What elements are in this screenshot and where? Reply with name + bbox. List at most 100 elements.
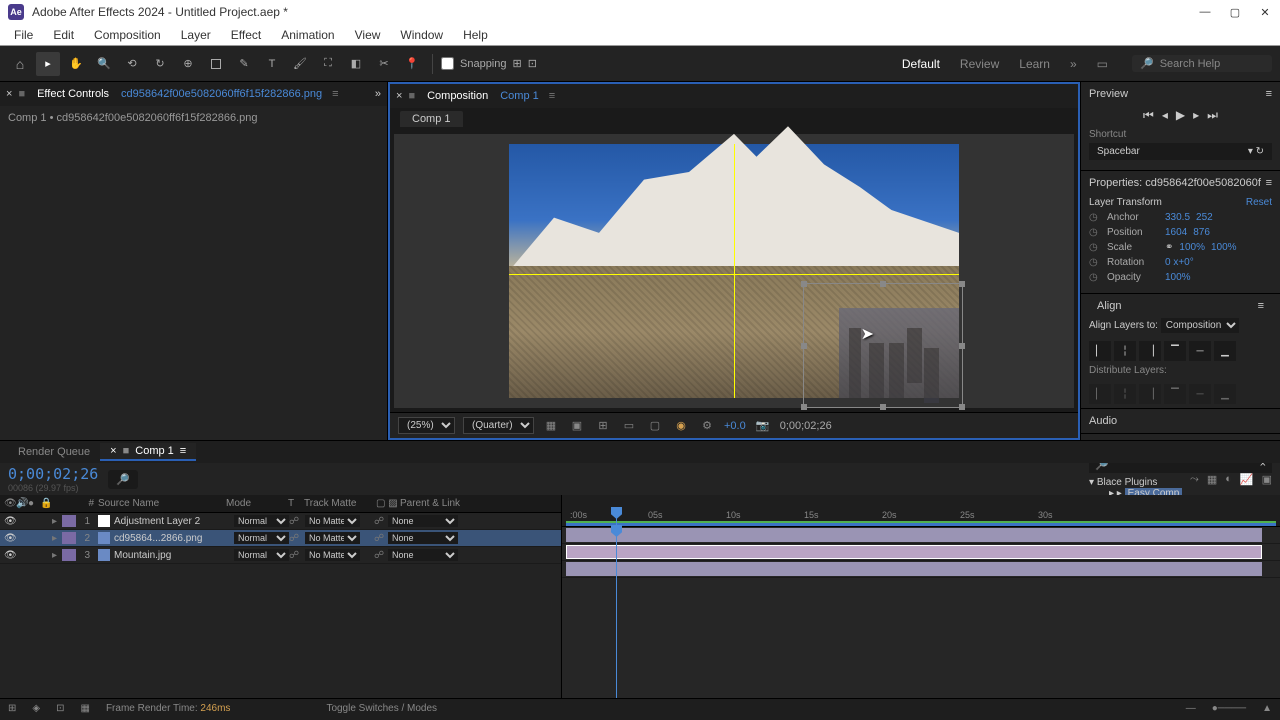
stopwatch-anchor-icon[interactable]: ◷ [1089,212,1101,223]
color-mgmt-icon[interactable]: ◉ [672,417,690,435]
handle-ml[interactable] [801,343,807,349]
frame-blend-button[interactable]: ▦ [1207,473,1217,486]
handle-tm[interactable] [880,281,886,287]
handle-mr[interactable] [959,343,965,349]
menu-view[interactable]: View [345,26,391,44]
workspace-default[interactable]: Default [902,57,940,71]
dist-bottom-button[interactable]: ▁ [1214,384,1236,404]
anchor-tool[interactable]: ⊕ [176,52,200,76]
parent-pick-icon[interactable]: ☍ [374,550,388,561]
timeline-row[interactable]: 👁 ▸ 1 Adjustment Layer 2 Normal ☍ No Mat… [0,513,561,530]
reset-button[interactable]: Reset [1246,197,1272,208]
rotation-tool[interactable]: ↻ [148,52,172,76]
hand-tool[interactable]: ✋ [64,52,88,76]
handle-br[interactable] [959,404,965,410]
home-button[interactable]: ⌂ [8,52,32,76]
status-icon4[interactable]: ▦ [80,703,89,714]
col-source[interactable]: Source Name [94,498,226,509]
col-eye-icon[interactable]: 👁 [4,498,16,509]
align-vcenter-button[interactable]: ─ [1189,341,1211,361]
align-right-button[interactable]: ▕ [1139,341,1161,361]
motion-blur-button[interactable]: ◐ [1225,473,1232,486]
matte-link-icon[interactable]: ☍ [289,516,305,527]
handle-tr[interactable] [959,281,965,287]
graph-editor-button[interactable]: 📈 [1240,473,1254,486]
stopwatch-position-icon[interactable]: ◷ [1089,227,1101,238]
rotation-value[interactable]: 0 x+0° [1165,257,1194,268]
expand-icon[interactable]: ▸ [52,533,62,544]
position-y[interactable]: 876 [1193,227,1210,238]
transparency-grid-icon[interactable]: ▦ [542,417,560,435]
menu-file[interactable]: File [4,26,43,44]
label-color[interactable] [62,549,76,561]
effect-controls-filename[interactable]: cd958642f00e5082060ff6f15f282866.png [121,88,322,100]
panel-lock-icon[interactable]: ■ [18,88,25,100]
menu-window[interactable]: Window [390,26,453,44]
workspace-learn[interactable]: Learn [1019,57,1050,71]
handle-bl[interactable] [801,404,807,410]
pen-tool[interactable]: ✎ [232,52,256,76]
panel-close-icon[interactable]: × [6,88,12,100]
timeline-row[interactable]: 👁 ▸ 2 cd95864...2866.png Normal ☍ No Mat… [0,530,561,547]
eraser-tool[interactable]: ◧ [344,52,368,76]
last-frame-button[interactable]: ⏭ [1207,108,1218,123]
zoom-tool[interactable]: 🔍 [92,52,116,76]
align-menu-icon[interactable]: ≡ [1258,300,1264,312]
parent-pick-icon[interactable]: ☍ [374,516,388,527]
scale-y[interactable]: 100% [1211,242,1237,253]
exposure-value[interactable]: +0.0 [724,420,746,432]
first-frame-button[interactable]: ⏮ [1143,108,1154,123]
matte-select[interactable]: No Matte [305,549,360,561]
rectangle-tool[interactable] [204,52,228,76]
stopwatch-scale-icon[interactable]: ◷ [1089,242,1101,253]
timeline-comp-tab[interactable]: Comp 1 [135,445,174,457]
time-ruler[interactable]: :00s05s10s15s20s25s30s [562,495,1280,527]
puppet-tool[interactable]: 📍 [400,52,424,76]
mode-select[interactable]: Normal [234,532,289,544]
layer-name[interactable]: Adjustment Layer 2 [114,516,234,527]
audio-title[interactable]: Audio [1089,415,1117,427]
status-icon1[interactable]: ⊞ [8,703,16,714]
expand-icon[interactable]: ▸ [52,516,62,527]
canvas[interactable]: ➤ [509,144,959,398]
track-bar[interactable] [566,528,1262,542]
type-tool[interactable]: T [260,52,284,76]
zoom-select[interactable]: (25%) [398,417,455,434]
draft-3d-button[interactable]: ▣ [1262,473,1272,486]
shortcut-select[interactable]: Spacebar▾ ↻ [1089,143,1272,160]
render-queue-tab[interactable]: Render Queue [8,444,100,460]
brush-tool[interactable]: 🖌 [288,52,312,76]
timeline-row[interactable]: 👁 ▸ 3 Mountain.jpg Normal ☍ No Matte ☍ N… [0,547,561,564]
handle-bm[interactable] [880,404,886,410]
menu-effect[interactable]: Effect [221,26,271,44]
comp-lock-icon[interactable]: ■ [408,90,415,102]
parent-select[interactable]: None [388,532,458,544]
zoom-in-icon[interactable]: ▲ [1262,703,1272,714]
parent-select[interactable]: None [388,549,458,561]
align-target-select[interactable]: Composition [1161,318,1239,333]
dist-right-button[interactable]: ▕ [1139,384,1161,404]
layer-name[interactable]: Mountain.jpg [114,550,234,561]
region-icon[interactable]: ⊞ [594,417,612,435]
workspace-panel-icon[interactable]: ▭ [1097,57,1108,71]
effect-controls-tab[interactable]: Effect Controls [31,86,115,102]
status-icon2[interactable]: ◈ [32,703,40,714]
shy-button[interactable]: ⤳ [1190,473,1199,486]
workspace-overflow-icon[interactable]: » [1070,57,1077,71]
maximize-button[interactable]: ▢ [1228,5,1242,19]
channel-icon[interactable]: ▢ [646,417,664,435]
panel-menu-icon[interactable]: ≡ [332,88,338,100]
timeline-search[interactable]: 🔎 [108,470,138,489]
col-lock-icon[interactable]: 🔒 [40,498,52,509]
comp-subtab[interactable]: Comp 1 [400,111,463,127]
dist-top-button[interactable]: ▔ [1164,384,1186,404]
composition-name[interactable]: Comp 1 [500,90,539,102]
timeline-timecode[interactable]: 0;00;02;26 [8,465,98,483]
align-left-button[interactable]: ▏ [1089,341,1111,361]
track-bar[interactable] [566,545,1262,559]
preview-menu-icon[interactable]: ≡ [1266,88,1272,100]
next-frame-button[interactable]: ▸ [1193,108,1199,123]
roto-tool[interactable]: ✂ [372,52,396,76]
play-button[interactable]: ▶ [1176,108,1185,123]
dist-vcenter-button[interactable]: ─ [1189,384,1211,404]
